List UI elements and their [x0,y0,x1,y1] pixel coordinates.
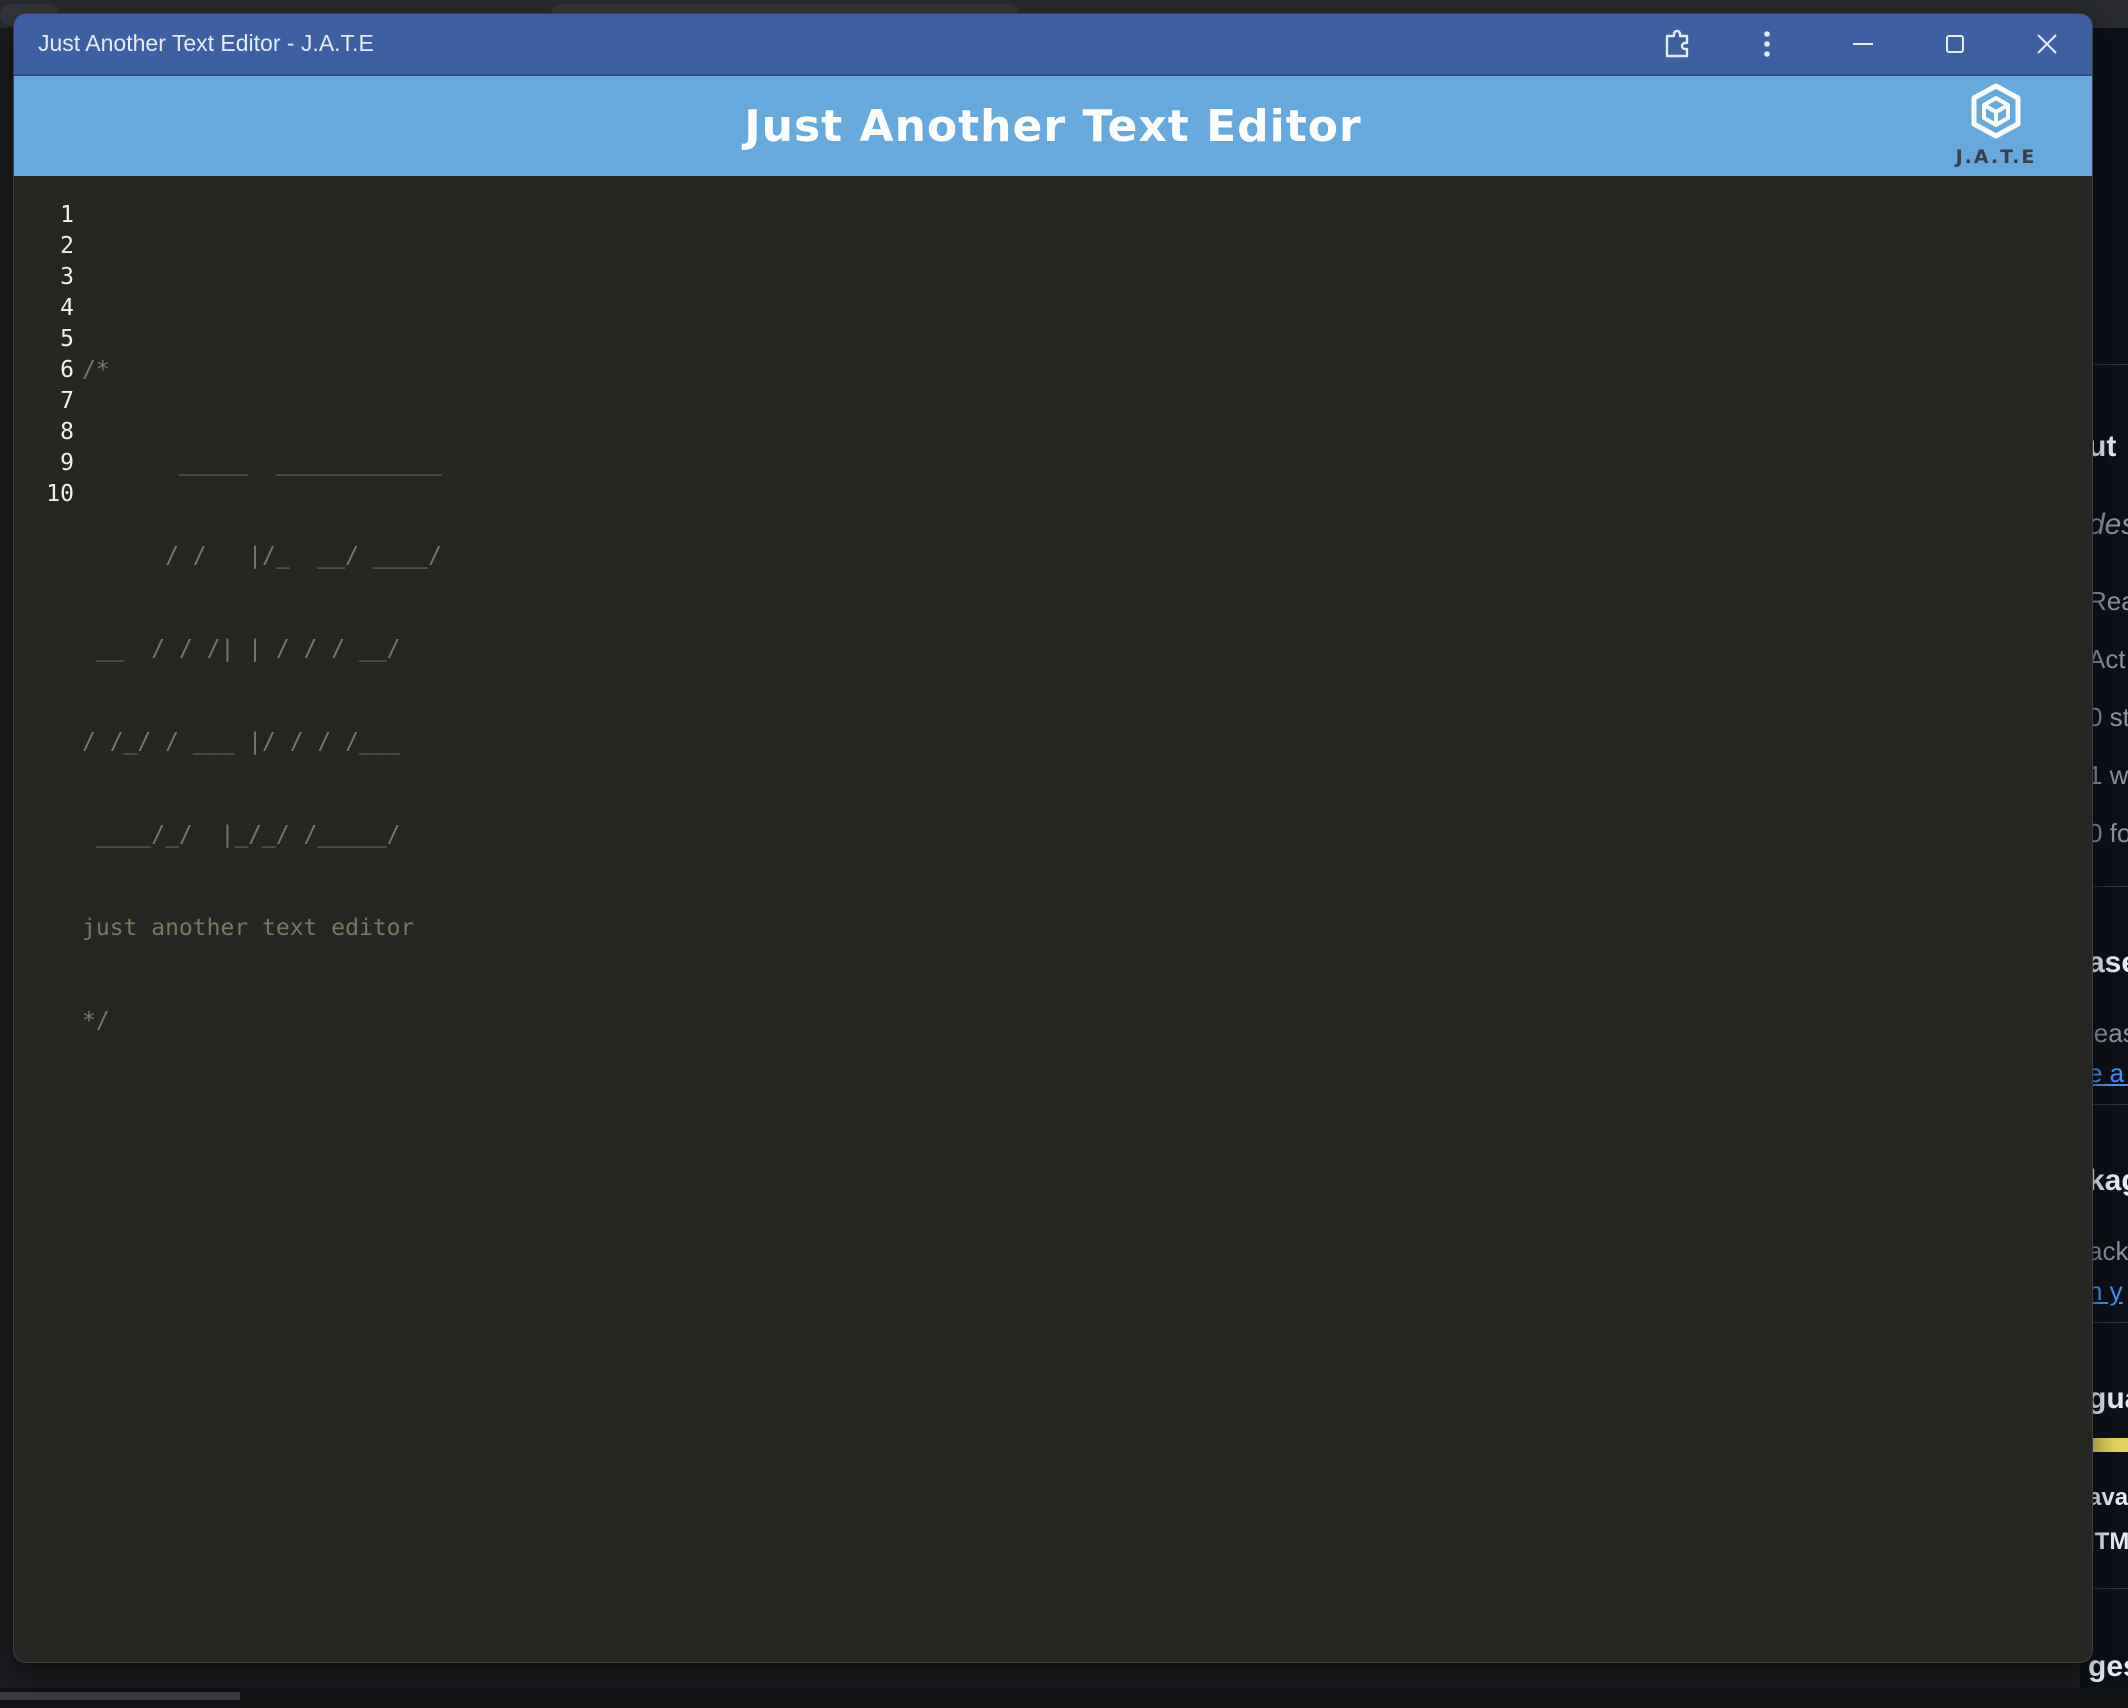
code-line[interactable]: ____/_/ |_/_/ /_____/ [82,820,442,851]
background-text: ges [2088,1650,2128,1683]
code-line[interactable]: / /_/ / ___ |/ / / /___ [82,727,442,758]
background-text: 0 fo [2088,818,2128,848]
background-text: Act [2088,644,2126,674]
code-line[interactable]: */ [82,1006,442,1037]
code-content[interactable]: /* _____ ____________ / / |/_ __/ ____/ … [82,200,442,1192]
extensions-button[interactable] [1654,26,1700,62]
background-text: acka [2088,1236,2128,1266]
app-window: Just Another Text Editor - J.A.T.E Just … [14,14,2092,1662]
close-button[interactable] [2024,26,2070,62]
line-number-gutter: 1 2 3 4 5 6 7 8 9 10 [14,200,74,510]
code-line[interactable]: just another text editor [82,913,442,944]
line-number: 8 [60,419,74,445]
code-line[interactable] [82,1099,442,1130]
window-title: Just Another Text Editor - J.A.T.E [38,30,374,56]
close-icon [2037,34,2057,54]
line-number: 2 [60,233,74,259]
code-editor[interactable]: 1 2 3 4 5 6 7 8 9 10 /* _____ __________… [14,176,2092,1662]
minimize-button[interactable] [1840,26,1886,62]
code-line[interactable]: _____ ____________ [82,448,442,479]
line-number: 4 [60,295,74,321]
page-title: Just Another Text Editor [744,100,1362,152]
background-text: 0 st [2088,702,2128,732]
code-line[interactable]: /* [82,355,442,386]
line-number: 1 [60,202,74,228]
extension-icon [1665,29,1689,58]
app-logo: J.A.T.E [1946,80,2046,172]
code-line[interactable]: __ / / /| | / / / __/ [82,634,442,665]
code-line[interactable]: / / |/_ __/ ____/ [82,541,442,572]
more-vertical-icon [1764,31,1770,57]
background-text: kag [2088,1164,2128,1197]
background-text: ase [2088,946,2128,979]
background-link: h y [2088,1276,2123,1306]
background-text: leas [2088,1018,2128,1048]
minimize-icon [1853,43,1873,45]
background-text: des [2088,508,2128,541]
line-number: 10 [46,481,74,507]
line-number: 5 [60,326,74,352]
more-options-button[interactable] [1744,26,1790,62]
app-header: Just Another Text Editor J.A.T.E [14,76,2092,176]
background-text: gua [2088,1382,2128,1415]
maximize-icon [1946,35,1964,53]
line-number: 6 [60,357,74,383]
background-bottom-bar [0,1688,2128,1708]
window-titlebar[interactable]: Just Another Text Editor - J.A.T.E [14,14,2092,76]
jate-cube-logo-icon [1971,83,2021,139]
background-text: 1 wa [2088,760,2128,790]
background-text: Rea [2088,586,2128,616]
maximize-button[interactable] [1932,26,1978,62]
line-number: 3 [60,264,74,290]
background-text: ut [2088,430,2117,463]
logo-text: J.A.T.E [1955,146,2037,168]
line-number: 7 [60,388,74,414]
code-line[interactable] [82,262,442,293]
background-text: ITM [2088,1528,2128,1555]
line-number: 9 [60,450,74,476]
background-text: ava [2088,1484,2128,1511]
background-link: e a r [2088,1058,2128,1088]
background-scrollbar[interactable] [0,1692,240,1700]
